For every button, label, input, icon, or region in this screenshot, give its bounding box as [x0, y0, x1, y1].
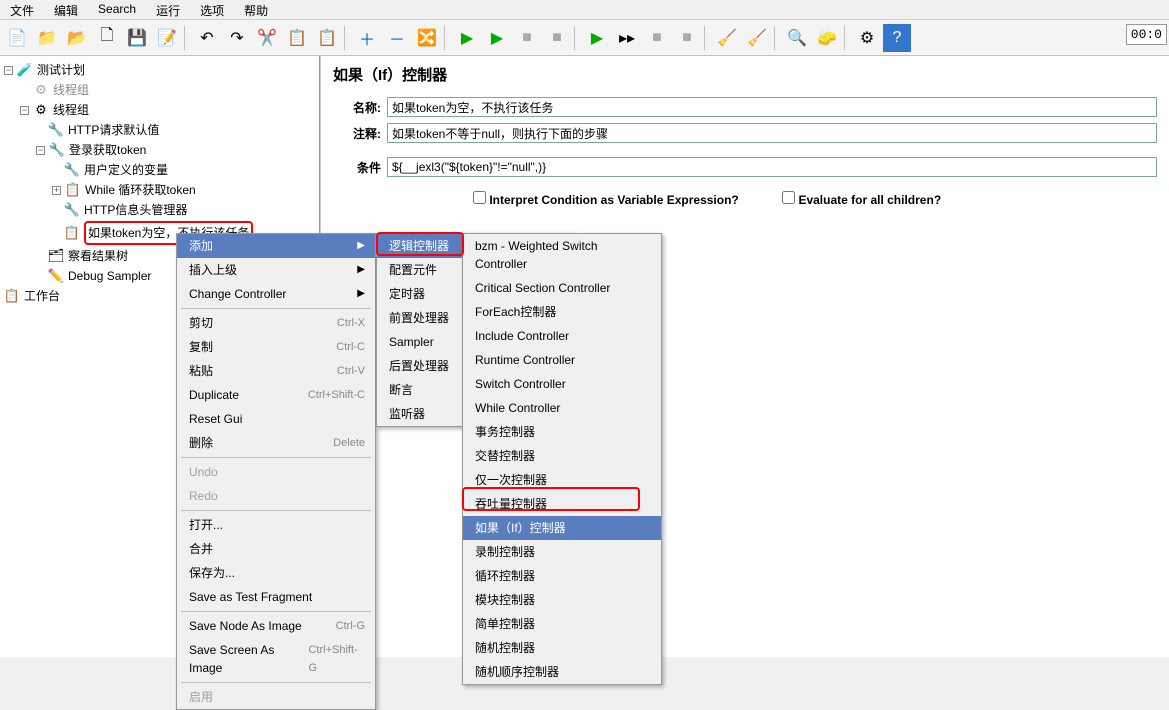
cut-icon[interactable]: ✂️	[253, 24, 281, 52]
ctx-paste[interactable]: 粘贴Ctrl-V	[177, 359, 375, 383]
ctx-undo: Undo	[177, 460, 375, 484]
lc-switch[interactable]: Switch Controller	[463, 372, 661, 396]
label-condition: 条件	[333, 159, 381, 176]
shutdown-icon[interactable]: ■	[543, 24, 571, 52]
name-input[interactable]	[387, 97, 1157, 117]
comment-input[interactable]	[387, 123, 1157, 143]
tree-thread-group-2[interactable]: −⚙线程组	[0, 100, 319, 120]
label-name: 名称:	[333, 99, 381, 116]
tree-user-vars[interactable]: 🔧用户定义的变量	[0, 160, 319, 180]
submenu-logic-controller: bzm - Weighted Switch Controller Critica…	[462, 233, 662, 685]
lc-include[interactable]: Include Controller	[463, 324, 661, 348]
toggle-icon[interactable]: 🔀	[413, 24, 441, 52]
ctx-enable: 启用	[177, 685, 375, 709]
lc-critical-section[interactable]: Critical Section Controller	[463, 276, 661, 300]
redo-icon[interactable]: ↷	[223, 24, 251, 52]
expand-icon[interactable]: ＋	[353, 24, 381, 52]
ctx-copy[interactable]: 复制Ctrl-C	[177, 335, 375, 359]
lc-transaction[interactable]: 事务控制器	[463, 420, 661, 444]
condition-input[interactable]	[387, 157, 1157, 177]
menu-edit[interactable]: 编辑	[44, 0, 88, 19]
menubar: 文件 编辑 Search 运行 选项 帮助	[0, 0, 1169, 20]
menu-search[interactable]: Search	[88, 0, 146, 19]
ctx-duplicate[interactable]: DuplicateCtrl+Shift-C	[177, 383, 375, 407]
ctx-cut[interactable]: 剪切Ctrl-X	[177, 311, 375, 335]
undo-icon[interactable]: ↶	[193, 24, 221, 52]
run-icon[interactable]: ▶	[453, 24, 481, 52]
function-helper-icon[interactable]: ⚙	[853, 24, 881, 52]
ctx-open[interactable]: 打开...	[177, 513, 375, 537]
templates-icon[interactable]: 📁	[33, 24, 61, 52]
interpret-checkbox[interactable]: Interpret Condition as Variable Expressi…	[473, 193, 739, 207]
ctx-save-fragment[interactable]: Save as Test Fragment	[177, 585, 375, 609]
ctx-merge[interactable]: 合并	[177, 537, 375, 561]
ctx-add[interactable]: 添加▶	[177, 234, 375, 258]
ctx-insert-parent[interactable]: 插入上级▶	[177, 258, 375, 282]
lc-random-order[interactable]: 随机顺序控制器	[463, 660, 661, 684]
label-comment: 注释:	[333, 125, 381, 142]
lc-interleave[interactable]: 交替控制器	[463, 444, 661, 468]
run-notimer-icon[interactable]: ▶	[483, 24, 511, 52]
ctx-change-controller[interactable]: Change Controller▶	[177, 282, 375, 306]
search-icon[interactable]: 🔍	[783, 24, 811, 52]
lc-while[interactable]: While Controller	[463, 396, 661, 420]
tree-http-defaults[interactable]: 🔧HTTP请求默认值	[0, 120, 319, 140]
lc-recording[interactable]: 录制控制器	[463, 540, 661, 564]
reset-search-icon[interactable]: 🧽	[813, 24, 841, 52]
tree-login-token[interactable]: −🔧登录获取token	[0, 140, 319, 160]
menu-run[interactable]: 运行	[146, 0, 190, 19]
collapse-icon[interactable]: －	[383, 24, 411, 52]
clear-all-icon[interactable]: 🧹	[743, 24, 771, 52]
ctx-reset-gui[interactable]: Reset Gui	[177, 407, 375, 431]
file-new-icon[interactable]: 📄	[3, 24, 31, 52]
clear-icon[interactable]: 🧹	[713, 24, 741, 52]
stop-icon[interactable]: ■	[513, 24, 541, 52]
remote-start-all-icon[interactable]: ▸▸	[613, 24, 641, 52]
lc-bzm-weighted[interactable]: bzm - Weighted Switch Controller	[463, 234, 661, 276]
tree-while-loop[interactable]: +📋While 循环获取token	[0, 180, 319, 200]
remote-stop-icon[interactable]: ■	[643, 24, 671, 52]
remote-shutdown-icon[interactable]: ■	[673, 24, 701, 52]
ctx-delete[interactable]: 删除Delete	[177, 431, 375, 455]
lc-foreach[interactable]: ForEach控制器	[463, 300, 661, 324]
save-icon[interactable]: 💾	[123, 24, 151, 52]
menu-file[interactable]: 文件	[0, 0, 44, 19]
ctx-redo: Redo	[177, 484, 375, 508]
context-menu: 添加▶ 插入上级▶ Change Controller▶ 剪切Ctrl-X 复制…	[176, 233, 376, 710]
tree-test-plan[interactable]: −🧪测试计划	[0, 60, 319, 80]
help-icon[interactable]: ?	[883, 24, 911, 52]
tree-http-header[interactable]: 🔧HTTP信息头管理器	[0, 200, 319, 220]
lc-throughput[interactable]: 吞吐量控制器	[463, 492, 661, 516]
lc-if[interactable]: 如果（If）控制器	[463, 516, 661, 540]
save-as-icon[interactable]: 📝	[153, 24, 181, 52]
toolbar: 📄 📁 📂 🗋 💾 📝 ↶ ↷ ✂️ 📋 📋 ＋ － 🔀 ▶ ▶ ■ ■ ▶ ▸…	[0, 20, 1169, 56]
lc-module[interactable]: 模块控制器	[463, 588, 661, 612]
lc-once-only[interactable]: 仅一次控制器	[463, 468, 661, 492]
ctx-save-screen-image[interactable]: Save Screen As ImageCtrl+Shift-G	[177, 638, 375, 680]
panel-title: 如果（If）控制器	[333, 64, 1157, 85]
lc-runtime[interactable]: Runtime Controller	[463, 348, 661, 372]
paste-icon[interactable]: 📋	[313, 24, 341, 52]
lc-loop[interactable]: 循环控制器	[463, 564, 661, 588]
copy-icon[interactable]: 📋	[283, 24, 311, 52]
ctx-save-node-image[interactable]: Save Node As ImageCtrl-G	[177, 614, 375, 638]
evaluate-all-checkbox[interactable]: Evaluate for all children?	[782, 193, 941, 207]
ctx-save-as[interactable]: 保存为...	[177, 561, 375, 585]
lc-simple[interactable]: 简单控制器	[463, 612, 661, 636]
elapsed-timer: 00:0	[1126, 24, 1167, 45]
menu-options[interactable]: 选项	[190, 0, 234, 19]
file-open-icon[interactable]: 📂	[63, 24, 91, 52]
file-close-icon[interactable]: 🗋	[93, 24, 121, 52]
tree-thread-group-1[interactable]: −⚙线程组	[0, 80, 319, 100]
menu-help[interactable]: 帮助	[234, 0, 278, 19]
lc-random[interactable]: 随机控制器	[463, 636, 661, 660]
remote-start-icon[interactable]: ▶	[583, 24, 611, 52]
